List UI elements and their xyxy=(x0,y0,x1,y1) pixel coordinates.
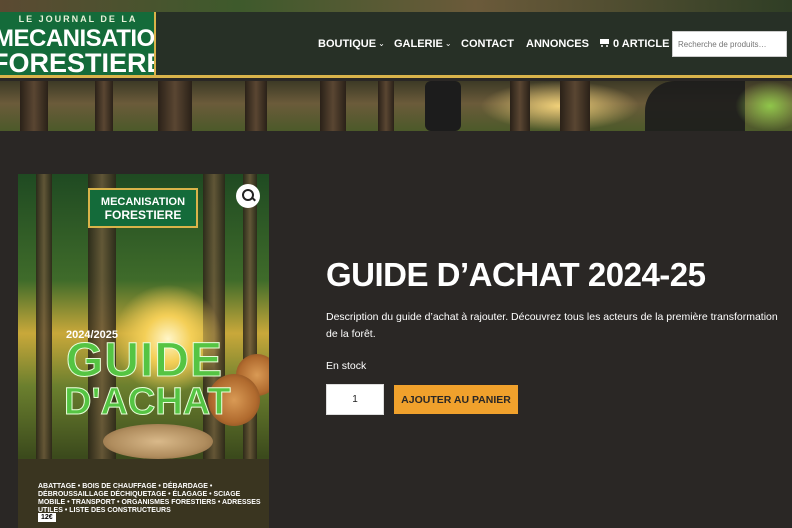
nav-label-annonces: ANNONCES xyxy=(526,37,589,50)
top-photo-strip xyxy=(0,0,792,12)
site-header: LE JOURNAL DE LA MECANISATION FORESTIERE… xyxy=(0,12,792,78)
zoom-magnifier-icon[interactable] xyxy=(236,184,260,208)
cover-topics: ABATTAGE • BOIS DE CHAUFFAGE • DÉBARDAGE… xyxy=(38,483,261,514)
cart-link[interactable]: 0 ARTICLE xyxy=(599,12,669,75)
product-title: GUIDE D’ACHAT 2024-25 xyxy=(326,256,706,293)
nav-label-galerie: GALERIE xyxy=(394,37,443,50)
nav-item-galerie[interactable]: GALERIE ⌄ xyxy=(394,12,452,75)
product-search-input[interactable] xyxy=(672,31,787,57)
forest-banner xyxy=(0,81,792,131)
stock-status: En stock xyxy=(326,360,367,372)
product-description: Description du guide d’achat à rajouter.… xyxy=(326,311,778,340)
nav-item-contact[interactable]: CONTACT xyxy=(461,12,514,75)
logo-line-1: LE JOURNAL DE LA xyxy=(18,14,138,24)
add-to-cart-button[interactable]: AJOUTER AU PANIER xyxy=(394,385,518,414)
nav-label-boutique: BOUTIQUE xyxy=(318,37,377,50)
nav-item-boutique[interactable]: BOUTIQUE ⌄ xyxy=(318,12,385,75)
cover-logo-line-2: FORESTIERE xyxy=(104,208,182,222)
cover-logo: MECANISATION FORESTIERE xyxy=(88,188,198,228)
cart-icon xyxy=(599,39,610,48)
cover-title-achat: D'ACHAT xyxy=(64,381,232,423)
quantity-input[interactable] xyxy=(326,384,384,415)
chevron-down-icon: ⌄ xyxy=(378,39,385,48)
cover-title-guide: GUIDE xyxy=(65,334,224,387)
tree-stump xyxy=(103,424,213,459)
nav-item-annonces[interactable]: ANNONCES xyxy=(526,12,589,75)
nav-label-contact: CONTACT xyxy=(461,37,514,50)
cart-label: 0 ARTICLE xyxy=(613,37,670,50)
chevron-down-icon: ⌄ xyxy=(444,39,452,48)
cover-price: 12€ xyxy=(38,513,56,522)
site-logo[interactable]: LE JOURNAL DE LA MECANISATION FORESTIERE xyxy=(0,12,156,75)
product-image[interactable]: MECANISATION FORESTIERE 2024/2025 GUIDE … xyxy=(18,174,269,528)
logo-line-3: FORESTIERE xyxy=(0,48,156,75)
